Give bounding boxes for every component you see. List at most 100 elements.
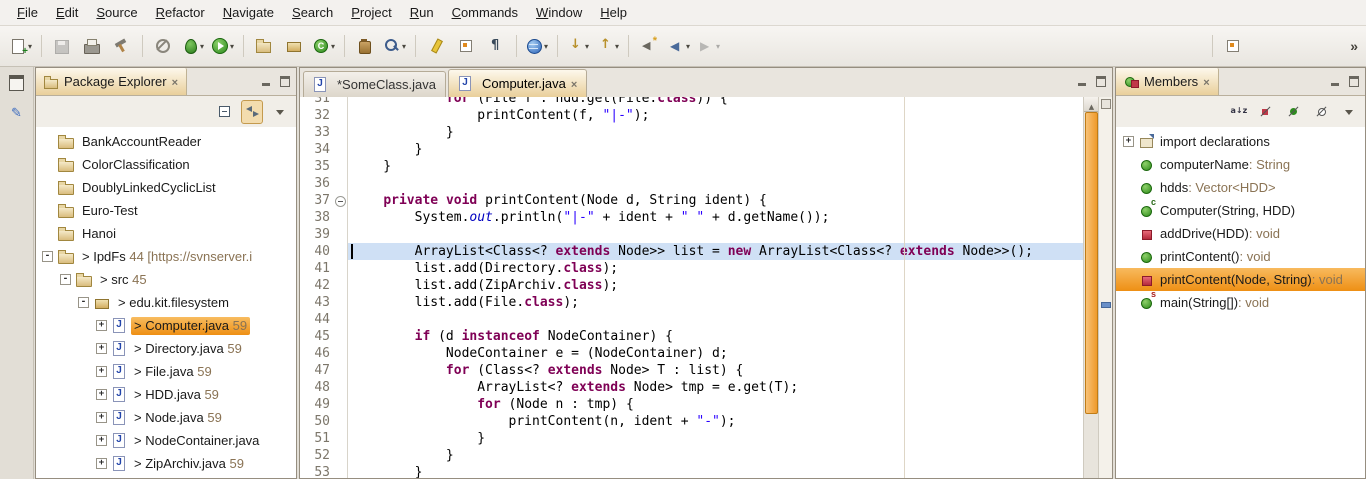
tree-item[interactable]: +> ZipArchiv.java 59 [36,452,296,475]
tab-computer-java[interactable]: Computer.java [448,69,587,97]
minimize-button[interactable] [1328,75,1343,88]
scrollbar-up-arrow-icon[interactable] [1084,97,1099,112]
expander-minus-icon[interactable]: - [42,251,53,262]
tab-someclass-java[interactable]: *SomeClass.java [303,71,446,97]
sort-button[interactable] [1226,100,1248,124]
editor-line[interactable]: 36 [300,175,1083,192]
close-icon[interactable] [1203,74,1209,89]
tree-item[interactable]: -> src 45 [36,268,296,291]
member-item[interactable]: main(String[]) : void [1116,291,1365,314]
dropdown-arrow-icon[interactable]: ▾ [686,42,690,51]
search-button[interactable]: ▾ [381,33,409,59]
build-all-button[interactable] [108,33,136,59]
view-menu-button[interactable] [1338,100,1360,124]
menu-edit[interactable]: Edit [47,2,87,23]
editor-line[interactable]: 43 list.add(File.class); [300,294,1083,311]
mark-occurrences-button[interactable] [422,33,450,59]
expander-plus-icon[interactable]: + [96,366,107,377]
view-menu-button[interactable] [269,100,291,124]
hide-fields-button[interactable] [1254,100,1276,124]
debug-button[interactable]: ▾ [179,33,207,59]
member-item[interactable]: hdds : Vector<HDD> [1116,176,1365,199]
member-item[interactable]: +import declarations [1116,130,1365,153]
tree-item[interactable]: -> edu.kit.filesystem [36,291,296,314]
new-wizard-button[interactable]: ▾ [7,33,35,59]
dropdown-arrow-icon[interactable]: ▾ [230,42,234,51]
dropdown-arrow-icon[interactable]: ▾ [28,42,32,51]
new-java-package-button[interactable] [280,33,308,59]
overview-ruler-marker[interactable] [1101,302,1111,308]
tree-item[interactable]: -> IpdFs 44 [https://svnserver.i [36,245,296,268]
new-java-project-button[interactable] [250,33,278,59]
editor-line[interactable]: 47 for (Class<? extends Node> T : list) … [300,362,1083,379]
editor-line[interactable]: 35 } [300,158,1083,175]
member-item[interactable]: addDrive(HDD) : void [1116,222,1365,245]
show-annotations-button[interactable] [452,33,480,59]
editor-line[interactable]: 52 } [300,447,1083,464]
editor-line[interactable]: 53 } [300,464,1083,478]
next-annotation-button[interactable]: ▾ [564,33,592,59]
editor-line[interactable]: 44 [300,311,1083,328]
restore-views-button[interactable] [5,72,29,94]
dropdown-arrow-icon[interactable]: ▾ [615,42,619,51]
menu-search[interactable]: Search [283,2,342,23]
dropdown-arrow-icon[interactable]: ▾ [402,42,406,51]
dropdown-arrow-icon[interactable]: ▾ [200,42,204,51]
editor-line[interactable]: 40 ArrayList<Class<? extends Node>> list… [300,243,1083,260]
editor-line[interactable]: 39 [300,226,1083,243]
editor-line[interactable]: 31 for (File f : hdd.get(File.class)) { [300,97,1083,107]
tree-item[interactable]: +> Node.java 59 [36,406,296,429]
menu-navigate[interactable]: Navigate [214,2,283,23]
menu-refactor[interactable]: Refactor [147,2,214,23]
tree-item[interactable]: +> File.java 59 [36,360,296,383]
maximize-button[interactable] [1347,75,1362,88]
last-edit-location-button[interactable] [635,33,663,59]
expander-minus-icon[interactable]: - [60,274,71,285]
tree-item[interactable]: BankAccountReader [36,130,296,153]
expander-plus-icon[interactable]: + [96,412,107,423]
maximize-button[interactable] [278,75,293,88]
editor-line[interactable]: 48 ArrayList<? extends Node> tmp = e.get… [300,379,1083,396]
member-item[interactable]: printContent(Node, String) : void [1116,268,1365,291]
tree-item[interactable]: +> Directory.java 59 [36,337,296,360]
hide-static-members-button[interactable] [1282,100,1304,124]
menu-help[interactable]: Help [591,2,636,23]
collapse-region-icon[interactable] [335,196,346,207]
code-editor[interactable]: 31 for (File f : hdd.get(File.class)) {3… [300,97,1112,478]
close-icon[interactable] [571,76,577,91]
members-tab[interactable]: Members [1116,68,1219,95]
previous-annotation-button[interactable]: ▾ [594,33,622,59]
minimize-button[interactable] [1075,75,1090,88]
menu-project[interactable]: Project [342,2,400,23]
menu-run[interactable]: Run [401,2,443,23]
expander-plus-icon[interactable]: + [96,435,107,446]
new-java-class-button[interactable]: ▾ [310,33,338,59]
package-explorer-tab[interactable]: Package Explorer [36,68,187,95]
tree-item[interactable]: +> HDD.java 59 [36,383,296,406]
expander-minus-icon[interactable]: - [78,297,89,308]
close-icon[interactable] [172,74,178,89]
dropdown-arrow-icon[interactable]: ▾ [544,42,548,51]
menu-file[interactable]: File [8,2,47,23]
run-button[interactable]: ▾ [209,33,237,59]
minimize-button[interactable] [259,75,274,88]
editor-vertical-scrollbar[interactable] [1083,97,1099,478]
editor-line[interactable]: 38 System.out.println("|-" + ident + " "… [300,209,1083,226]
editor-shortcut-button[interactable] [5,102,29,124]
editor-line[interactable]: 50 printContent(n, ident + "-"); [300,413,1083,430]
print-button[interactable] [78,33,106,59]
member-item[interactable]: computerName : String [1116,153,1365,176]
editor-line[interactable]: 51 } [300,430,1083,447]
member-item[interactable]: printContent() : void [1116,245,1365,268]
overview-ruler-header[interactable] [1101,99,1111,109]
overview-ruler[interactable] [1098,97,1112,478]
editor-line[interactable]: 34 } [300,141,1083,158]
editor-line[interactable]: 32 printContent(f, "|-"); [300,107,1083,124]
editor-line[interactable]: 45 if (d instanceof NodeContainer) { [300,328,1083,345]
open-web-browser-button[interactable]: ▾ [523,33,551,59]
expander-plus-icon[interactable]: + [96,458,107,469]
tree-item[interactable]: DoublyLinkedCyclicList [36,176,296,199]
tree-item[interactable]: ColorClassification [36,153,296,176]
toolbar-overflow-chevron[interactable]: » [1350,38,1358,54]
expander-plus-icon[interactable]: + [96,320,107,331]
